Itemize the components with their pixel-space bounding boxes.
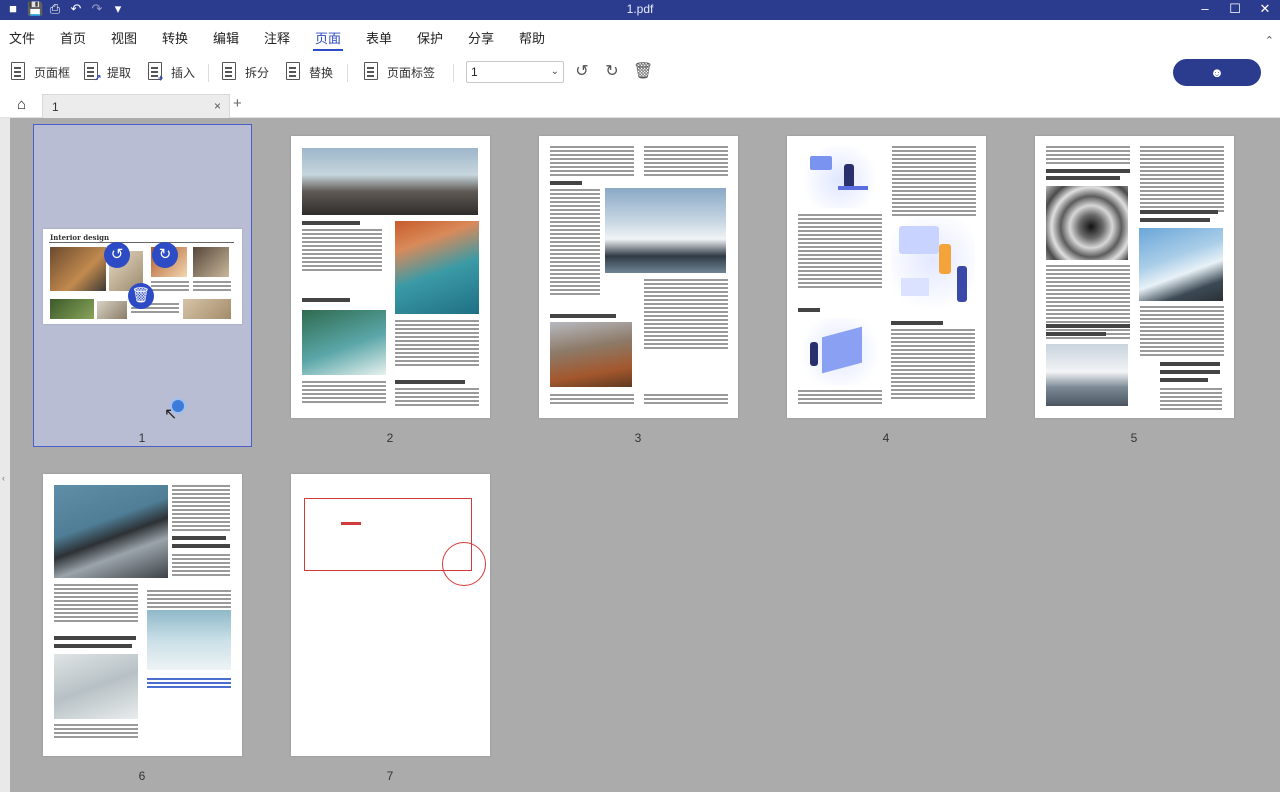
stamp-text [341, 522, 361, 525]
chevron-left-icon: ‹ [2, 473, 5, 483]
delete-page-icon[interactable]: 🗑 [633, 62, 653, 82]
page-number-label: 4 [882, 431, 890, 445]
active-menu-underline [313, 49, 343, 51]
page-number-select[interactable]: 1 ⌄ [466, 61, 564, 83]
page-number-label: 1 [138, 431, 146, 445]
insert-label: 插入 [171, 65, 196, 80]
page-box-button[interactable]: 页面框 [10, 61, 70, 83]
rotate-left-icon[interactable]: ↺ [572, 62, 592, 82]
rotate-left-icon: ↺ [110, 246, 124, 263]
new-tab-icon[interactable]: + [233, 95, 242, 112]
page-number-label: 6 [138, 769, 146, 783]
page-thumbnail-3[interactable] [539, 136, 738, 418]
toolbar-divider [347, 64, 348, 82]
menu-comment[interactable]: 注释 [264, 28, 290, 47]
chevron-down-icon: ⌄ [550, 66, 559, 77]
page-box-label: 页面框 [34, 65, 71, 80]
menu-bar: 文件 首页 视图 转换 编辑 注释 页面 表单 保护 分享 帮助 ⌃ [0, 20, 1280, 52]
toolbar-divider [453, 64, 454, 82]
replace-button[interactable]: 替换 [285, 61, 333, 83]
menu-protect[interactable]: 保护 [417, 28, 443, 47]
rotate-left-page-button[interactable]: ↺ [104, 242, 130, 268]
page-label-icon [363, 61, 381, 83]
page-thumbnail-1[interactable]: Interior design [43, 229, 242, 324]
insert-icon: + [147, 61, 165, 83]
menu-convert[interactable]: 转换 [162, 28, 188, 47]
window-title: 1.pdf [626, 2, 654, 16]
account-button[interactable]: ☻ [1173, 59, 1261, 86]
page-thumbnail-7[interactable] [291, 474, 490, 756]
document-tab[interactable]: 1 × [42, 94, 230, 118]
menu-share[interactable]: 分享 [468, 28, 494, 47]
replace-label: 替换 [309, 65, 334, 80]
title-bar: ■ 💾 ⎙ ↶ ↷ ▾ 1.pdf – ☐ ✕ [0, 0, 1280, 20]
page-thumbnail-5[interactable] [1035, 136, 1234, 418]
user-icon: ☻ [1210, 65, 1224, 80]
close-tab-icon[interactable]: × [214, 99, 221, 113]
minimize-icon[interactable]: – [1198, 0, 1212, 18]
mouse-cursor-icon: ↖ [164, 406, 178, 423]
page-thumbnail-2[interactable] [291, 136, 490, 418]
menu-help[interactable]: 帮助 [519, 28, 545, 47]
page-number-label: 7 [386, 769, 394, 783]
extract-label: 提取 [107, 65, 132, 80]
extract-icon: ↗ [83, 61, 102, 83]
delete-page-button[interactable]: 🗑 [128, 283, 154, 309]
document-tab-bar: ⌂ 1 × + [0, 92, 1280, 118]
insert-button[interactable]: + 插入 [147, 61, 195, 83]
page-number-label: 2 [386, 431, 394, 445]
page-thumbnail-6[interactable] [43, 474, 242, 756]
page-number-value: 1 [471, 65, 478, 79]
menu-form[interactable]: 表单 [366, 28, 392, 47]
menu-edit[interactable]: 编辑 [213, 28, 239, 47]
rotate-right-icon: ↻ [158, 246, 172, 263]
sidebar-collapse-strip[interactable]: ‹ [0, 118, 10, 792]
collapse-ribbon-icon[interactable]: ⌃ [1265, 34, 1274, 47]
menu-home[interactable]: 首页 [60, 28, 86, 47]
menu-file[interactable]: 文件 [9, 28, 35, 47]
menu-page[interactable]: 页面 [315, 28, 341, 47]
page-number-label: 3 [634, 431, 642, 445]
extract-button[interactable]: ↗ 提取 [83, 61, 131, 83]
split-button[interactable]: 拆分 [221, 61, 269, 83]
split-icon [221, 61, 239, 83]
document-tab-label: 1 [52, 100, 59, 114]
home-icon[interactable]: ⌂ [17, 96, 26, 113]
page-toolbar: 页面框 ↗ 提取 + 插入 拆分 替换 页面标签 1 ⌄ ↺ ↻ 🗑 ☻ [0, 52, 1280, 92]
rotate-right-icon[interactable]: ↻ [602, 62, 622, 82]
maximize-icon[interactable]: ☐ [1228, 0, 1242, 18]
page-number-label: 5 [1130, 431, 1138, 445]
menu-view[interactable]: 视图 [111, 28, 137, 47]
rotate-right-page-button[interactable]: ↻ [152, 242, 178, 268]
page-thumbnail-4[interactable] [787, 136, 986, 418]
toolbar-divider [208, 64, 209, 82]
page-1-heading: Interior design [50, 233, 110, 242]
replace-icon [285, 61, 303, 83]
split-label: 拆分 [245, 65, 270, 80]
page-label-button[interactable]: 页面标签 [363, 61, 435, 83]
trash-icon: 🗑 [131, 287, 151, 304]
stamp-circle [442, 542, 486, 586]
page-label-label: 页面标签 [387, 65, 436, 80]
close-icon[interactable]: ✕ [1258, 0, 1272, 18]
page-box-icon [10, 61, 28, 83]
